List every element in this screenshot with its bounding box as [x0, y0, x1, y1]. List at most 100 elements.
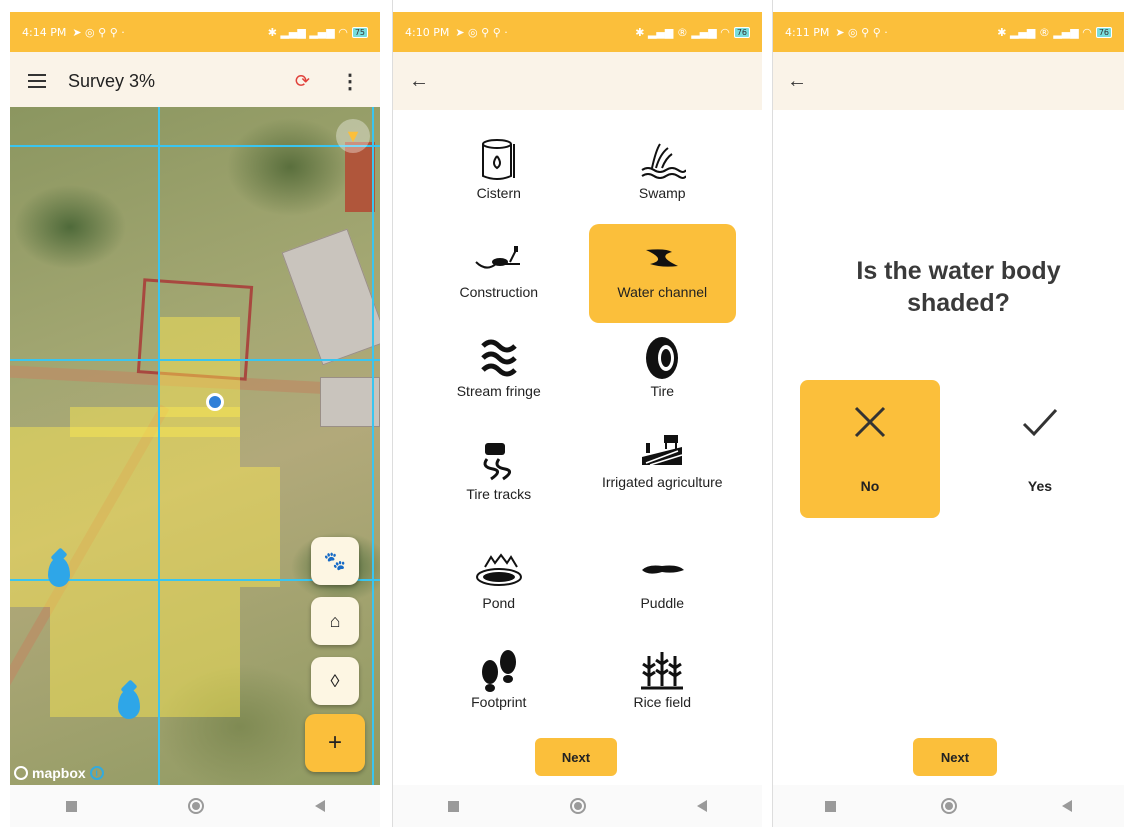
tile-label: Tire	[650, 383, 675, 399]
home-nav-icon[interactable]	[569, 798, 586, 814]
current-location-marker	[206, 393, 224, 411]
battery-indicator: 75	[351, 26, 368, 38]
tile-stream-fringe[interactable]: Stream fringe	[425, 323, 573, 422]
system-nav-bar	[10, 785, 380, 827]
water-channel-icon	[642, 234, 682, 284]
sync-off-icon[interactable]: ⟳	[295, 71, 310, 92]
building	[281, 228, 380, 366]
mapbox-logo-icon	[14, 766, 28, 780]
battery-indicator: 76	[1095, 26, 1112, 38]
map-screen: 4:14 PM ➤ ◎ ⚲ ⚲ · ✱ ▂▄▆ ▂▄▆ ◠ 75 Survey …	[10, 0, 380, 827]
tile-label: Construction	[459, 284, 539, 300]
water-drop-plus-icon[interactable]: ◊	[311, 657, 359, 705]
close-icon	[852, 400, 888, 444]
app-bar: ←	[393, 52, 762, 110]
status-bar: 4:11 PM ➤ ◎ ⚲ ⚲ · ✱ ▂▄▆ ® ▂▄▆ ◠ 76	[773, 12, 1124, 52]
puddle-icon	[638, 545, 686, 595]
back-nav-icon[interactable]	[1061, 800, 1072, 812]
option-no[interactable]: No	[800, 380, 940, 518]
tile-pond[interactable]: Pond	[425, 521, 573, 620]
next-button[interactable]: Next	[913, 738, 997, 776]
coverage-cell	[50, 607, 240, 717]
irrigated-agriculture-icon	[638, 424, 686, 474]
category-screen: 4:10 PM ➤ ◎ ⚲ ⚲ · ✱ ▂▄▆ ® ▂▄▆ ◠ 76 ← Cis…	[392, 0, 762, 827]
tile-irrigated-agriculture[interactable]: Irrigated agriculture	[589, 422, 737, 521]
question-title: Is the water body shaded?	[856, 257, 1061, 317]
recent-apps-icon[interactable]	[65, 800, 77, 812]
map-attribution[interactable]: mapbox i	[14, 765, 104, 781]
option-label: No	[860, 478, 880, 494]
battery-indicator: 76	[733, 26, 750, 38]
building	[320, 377, 380, 427]
home-icon[interactable]: ⌂	[311, 597, 359, 645]
system-nav-bar	[393, 785, 762, 827]
cistern-icon	[479, 135, 519, 185]
option-yes[interactable]: Yes	[970, 380, 1110, 518]
water-drop-marker[interactable]	[48, 557, 70, 587]
wifi-signal-icon[interactable]: ▼	[336, 119, 370, 153]
stream-fringe-icon	[477, 333, 521, 383]
info-icon[interactable]: i	[89, 766, 104, 780]
tile-puddle[interactable]: Puddle	[589, 521, 737, 620]
tile-label: Cistern	[476, 185, 521, 201]
map-view[interactable]: ▼ 🐾 ⌂ ◊ + mapbox i	[10, 107, 380, 785]
status-time: 4:14 PM	[22, 25, 67, 39]
status-icons: ➤ ◎ ⚲ ⚲ ·	[72, 25, 125, 39]
back-nav-icon[interactable]	[314, 800, 325, 812]
hamburger-menu-icon[interactable]	[28, 74, 46, 88]
option-label: Yes	[1027, 478, 1053, 494]
tire-icon	[642, 333, 682, 383]
tile-label: Tire tracks	[466, 486, 532, 502]
construction-icon	[474, 234, 524, 284]
page-title: Survey 3%	[68, 70, 156, 91]
status-time: 4:11 PM	[785, 25, 830, 39]
tile-tire[interactable]: Tire	[589, 323, 737, 422]
grid-line	[10, 145, 380, 147]
home-nav-icon[interactable]	[187, 798, 204, 814]
tile-cistern[interactable]: Cistern	[425, 125, 573, 224]
tile-water-channel[interactable]: Water channel	[588, 224, 736, 323]
tile-label: Puddle	[640, 595, 685, 611]
tile-label: Footprint	[471, 694, 527, 710]
grid-line	[158, 107, 160, 785]
more-vertical-icon[interactable]: ⋮	[340, 69, 360, 94]
status-right: ✱ ▂▄▆ ® ▂▄▆ ◠ 76	[635, 26, 750, 39]
app-bar: Survey 3% ⟳ ⋮	[10, 52, 380, 110]
tire-tracks-icon	[477, 436, 521, 486]
recent-apps-icon[interactable]	[448, 800, 460, 812]
status-icons: ➤ ◎ ⚲ ⚲ ·	[835, 25, 888, 39]
tile-label: Pond	[482, 595, 516, 611]
coverage-cell	[240, 467, 280, 587]
tile-footprint[interactable]: Footprint	[425, 620, 573, 719]
tile-rice-field[interactable]: Rice field	[589, 620, 737, 719]
add-button[interactable]: +	[305, 714, 365, 772]
system-nav-bar	[773, 785, 1124, 827]
status-time: 4:10 PM	[405, 25, 450, 39]
recent-apps-icon[interactable]	[825, 800, 837, 812]
grid-line	[10, 359, 380, 361]
coverage-cell	[160, 317, 240, 417]
question-screen: 4:11 PM ➤ ◎ ⚲ ⚲ · ✱ ▂▄▆ ® ▂▄▆ ◠ 76 ← Is …	[772, 0, 1124, 827]
tile-construction[interactable]: Construction	[425, 224, 573, 323]
pond-icon	[475, 545, 523, 595]
tile-label: Stream fringe	[456, 383, 541, 399]
water-drop-marker[interactable]	[118, 689, 140, 719]
tile-label: Rice field	[633, 694, 692, 710]
grid-line	[372, 107, 374, 785]
next-button[interactable]: Next	[535, 738, 617, 776]
home-nav-icon[interactable]	[940, 798, 957, 814]
back-arrow-icon[interactable]: ←	[787, 70, 807, 93]
rice-field-icon	[639, 644, 685, 694]
swamp-icon	[638, 135, 687, 185]
status-bar: 4:14 PM ➤ ◎ ⚲ ⚲ · ✱ ▂▄▆ ▂▄▆ ◠ 75	[10, 12, 380, 52]
tile-swamp[interactable]: Swamp	[589, 125, 737, 224]
status-right: ✱ ▂▄▆ ▂▄▆ ◠ 75	[268, 26, 368, 39]
back-nav-icon[interactable]	[696, 800, 707, 812]
paw-icon[interactable]: 🐾	[311, 537, 359, 585]
app-bar: ←	[773, 52, 1124, 110]
status-bar: 4:10 PM ➤ ◎ ⚲ ⚲ · ✱ ▂▄▆ ® ▂▄▆ ◠ 76	[393, 12, 762, 52]
category-grid: Cistern Swamp Construction Water channel…	[425, 125, 736, 719]
mapbox-label: mapbox	[32, 765, 86, 781]
back-arrow-icon[interactable]: ←	[409, 70, 429, 93]
tile-tire-tracks[interactable]: Tire tracks	[425, 422, 573, 521]
